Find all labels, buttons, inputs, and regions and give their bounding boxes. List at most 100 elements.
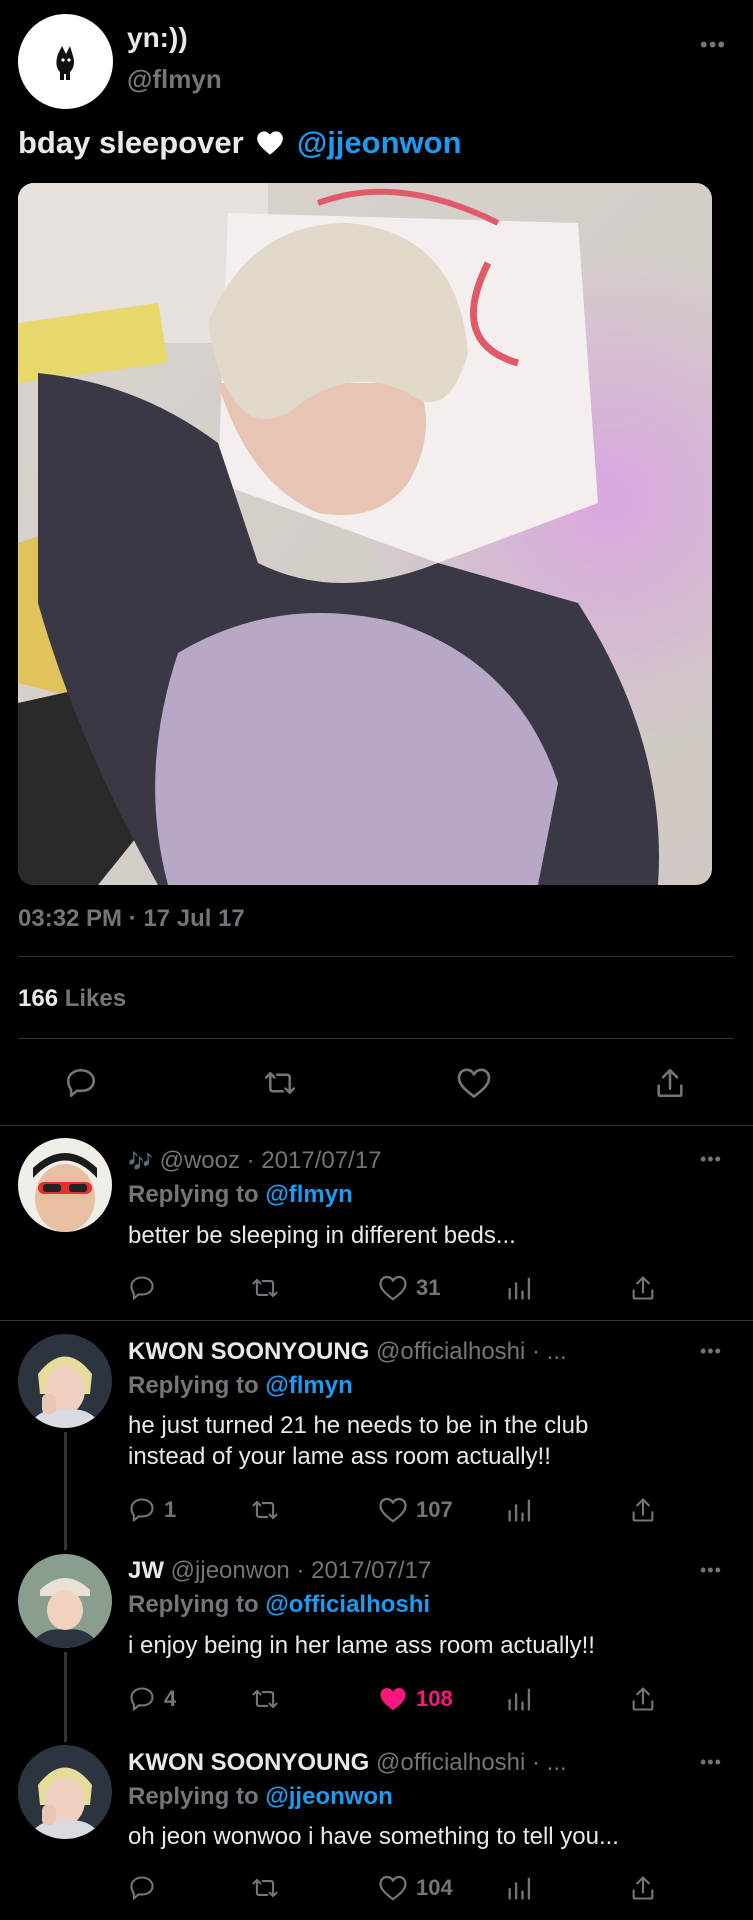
reply-button[interactable]	[128, 1874, 164, 1902]
heart-emoji-icon	[256, 128, 284, 164]
like-count: 31	[416, 1275, 441, 1300]
reply-button[interactable]	[128, 1274, 164, 1302]
author-handle[interactable]: @flmyn	[127, 64, 222, 95]
reply-text: better be sleeping in different beds...	[128, 1222, 516, 1249]
reply-count: 1	[164, 1497, 177, 1522]
analytics-icon	[508, 1277, 531, 1300]
replying-to-label: Replying to	[128, 1783, 259, 1810]
reply-count: 4	[164, 1686, 177, 1711]
reply-avatar[interactable]	[18, 1745, 112, 1839]
reply-header: KWON SOONYOUNG @officialhoshi · ...	[128, 1338, 567, 1366]
music-note-icon: 🎶	[128, 1151, 153, 1173]
reply-icon	[130, 1687, 154, 1711]
replying-to: Replying to @officialhoshi	[128, 1591, 430, 1619]
likes-count: 166	[18, 985, 59, 1012]
reply-display-name[interactable]: JW	[128, 1557, 164, 1584]
replying-to-link[interactable]: @officialhoshi	[265, 1591, 430, 1618]
share-icon	[632, 1498, 654, 1522]
divider	[18, 1038, 734, 1039]
retweet-button[interactable]	[250, 1274, 280, 1302]
analytics-icon	[508, 1499, 531, 1522]
retweet-button[interactable]	[262, 1066, 298, 1100]
analytics-button[interactable]	[506, 1274, 532, 1302]
tweet-photo[interactable]	[18, 183, 712, 885]
retweet-icon	[252, 1278, 278, 1298]
author-avatar[interactable]	[18, 14, 113, 109]
reply-text: i enjoy being in her lame ass room actua…	[128, 1632, 595, 1659]
replying-to-label: Replying to	[128, 1372, 259, 1399]
share-icon	[632, 1687, 654, 1711]
replying-to-label: Replying to	[128, 1591, 259, 1618]
replying-to: Replying to @jjeonwon	[128, 1783, 393, 1811]
tweet-timestamp[interactable]: 03:32 PM · 17 Jul 17	[18, 905, 245, 933]
cat-logo-icon	[56, 46, 74, 80]
retweet-button[interactable]	[250, 1874, 280, 1902]
reply-button[interactable]: 4	[128, 1685, 176, 1713]
reply-button[interactable]	[64, 1066, 98, 1100]
retweet-button[interactable]	[250, 1496, 280, 1524]
more-icon[interactable]: •••	[700, 1150, 722, 1168]
thread-line	[64, 1652, 67, 1742]
more-icon[interactable]: •••	[700, 1342, 722, 1360]
share-button[interactable]	[630, 1874, 656, 1902]
like-button[interactable]: 108	[378, 1685, 453, 1713]
reply-text-line-2: instead of your lame ass room actually!!	[128, 1443, 551, 1470]
reply-header: KWON SOONYOUNG @officialhoshi · ...	[128, 1749, 567, 1777]
retweet-icon	[252, 1878, 278, 1898]
like-button[interactable]: 107	[378, 1496, 453, 1524]
reply-button[interactable]: 1	[128, 1496, 176, 1524]
reply-handle-date[interactable]: @jjeonwon · 2017/07/17	[171, 1557, 432, 1584]
reply-avatar[interactable]	[18, 1334, 112, 1428]
tweet-mention-link[interactable]: @jjeonwon	[297, 125, 462, 160]
reply-text-line-1: he just turned 21 he needs to be in the …	[128, 1412, 589, 1439]
share-button[interactable]	[654, 1066, 686, 1100]
more-icon[interactable]: •••	[700, 1753, 722, 1771]
reply-icon	[66, 1068, 96, 1098]
reply-display-name[interactable]: KWON SOONYOUNG	[128, 1749, 369, 1776]
share-icon	[657, 1068, 683, 1098]
reply-display-name[interactable]: KWON SOONYOUNG	[128, 1338, 369, 1365]
reply-avatar[interactable]	[18, 1138, 112, 1232]
retweet-icon	[252, 1689, 278, 1709]
like-icon	[379, 1497, 407, 1523]
like-button[interactable]: 104	[378, 1874, 453, 1902]
replying-to-link[interactable]: @flmyn	[265, 1181, 352, 1208]
thread-line	[64, 1432, 67, 1550]
likes-label: Likes	[64, 985, 127, 1012]
tweet-text-prefix: bday sleepover	[18, 125, 244, 160]
replying-to-link[interactable]: @flmyn	[265, 1372, 352, 1399]
author-display-name[interactable]: yn:))	[127, 22, 188, 54]
like-count: 108	[416, 1686, 453, 1711]
retweet-icon	[264, 1072, 296, 1094]
analytics-icon	[508, 1688, 531, 1711]
retweet-icon	[252, 1500, 278, 1520]
like-count: 104	[416, 1875, 453, 1900]
reply-handle-date[interactable]: @officialhoshi · ...	[376, 1338, 567, 1365]
like-icon	[379, 1875, 407, 1901]
retweet-button[interactable]	[250, 1685, 280, 1713]
reply-avatar[interactable]	[18, 1554, 112, 1648]
reply-icon	[130, 1498, 154, 1522]
analytics-button[interactable]	[506, 1685, 532, 1713]
reply-handle-date[interactable]: @officialhoshi · ...	[376, 1749, 567, 1776]
analytics-icon	[508, 1877, 531, 1900]
likes-summary[interactable]: 166 Likes	[18, 985, 126, 1013]
reply-header: JW @jjeonwon · 2017/07/17	[128, 1557, 431, 1585]
like-button[interactable]	[456, 1066, 492, 1100]
analytics-button[interactable]	[506, 1874, 532, 1902]
share-button[interactable]	[630, 1496, 656, 1524]
analytics-button[interactable]	[506, 1496, 532, 1524]
more-icon[interactable]: •••	[700, 34, 726, 56]
share-button[interactable]	[630, 1685, 656, 1713]
like-icon	[379, 1275, 407, 1301]
replying-to-link[interactable]: @jjeonwon	[265, 1783, 392, 1810]
reply-header: 🎶 @wooz · 2017/07/17	[128, 1147, 381, 1175]
replying-to: Replying to @flmyn	[128, 1372, 353, 1400]
more-icon[interactable]: •••	[700, 1561, 722, 1579]
reply-icon	[130, 1876, 154, 1900]
reply-handle-date[interactable]: @wooz · 2017/07/17	[160, 1147, 382, 1174]
share-button[interactable]	[630, 1274, 656, 1302]
divider	[18, 956, 734, 957]
reply-text: oh jeon wonwoo i have something to tell …	[128, 1823, 619, 1850]
like-button[interactable]: 31	[378, 1274, 440, 1302]
